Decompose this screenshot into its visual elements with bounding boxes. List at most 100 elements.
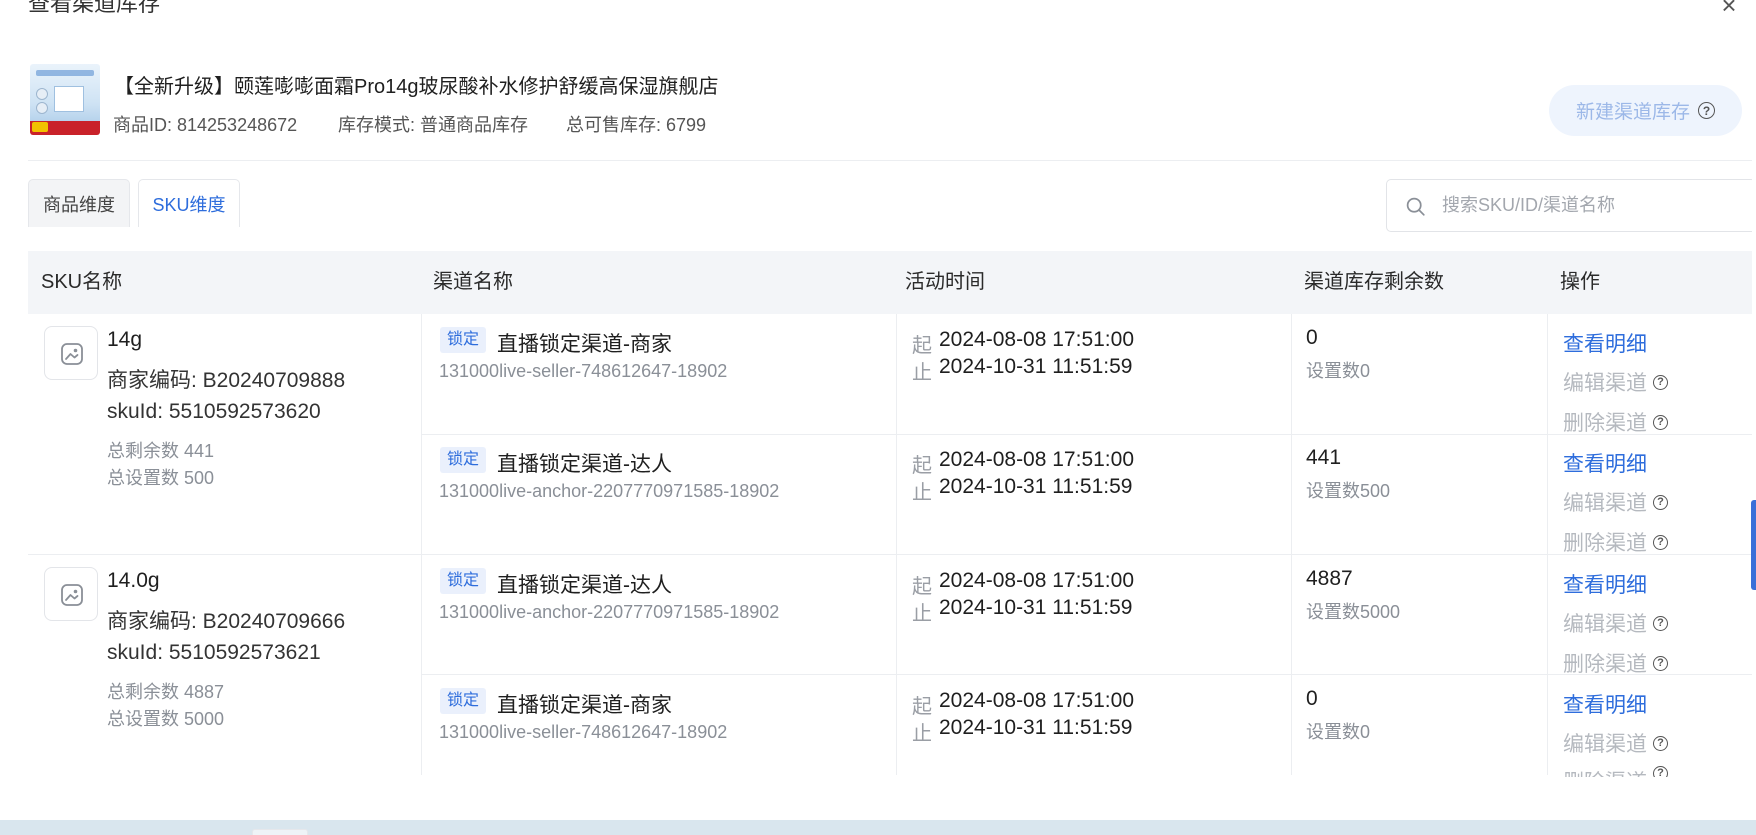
search-icon xyxy=(1406,197,1425,216)
help-icon[interactable]: ? xyxy=(1653,534,1668,550)
header-sku-name: SKU名称 xyxy=(41,271,123,293)
end-time: 2024-10-31 11:51:59 xyxy=(939,596,1133,619)
merchant-code: 商家编码: B20240709888 xyxy=(107,369,346,392)
channel-id: 131000live-seller-748612647-18902 xyxy=(439,722,728,742)
start-time: 2024-08-08 17:51:00 xyxy=(939,569,1134,592)
end-label: 止 xyxy=(912,723,932,745)
channel-stock-set: 设置数500 xyxy=(1306,481,1391,501)
search-input[interactable] xyxy=(1442,190,1742,220)
channel-name: 直播锁定渠道-商家 xyxy=(497,694,672,717)
delete-channel-button[interactable]: 删除渠道? xyxy=(1563,766,1668,777)
channel-name: 直播锁定渠道-达人 xyxy=(497,574,672,597)
channel-stock-remaining: 0 xyxy=(1306,687,1318,710)
lock-badge: 锁定 xyxy=(440,327,487,353)
row-divider xyxy=(421,674,1752,675)
edit-channel-label: 编辑渠道 xyxy=(1563,733,1647,756)
channel-name: 直播锁定渠道-商家 xyxy=(497,333,672,356)
stock-mode: 库存模式: 普通商品库存 xyxy=(338,115,529,135)
lock-badge: 锁定 xyxy=(440,688,487,714)
delete-channel-label: 删除渠道 xyxy=(1563,412,1647,435)
help-icon[interactable]: ? xyxy=(1653,615,1668,631)
edit-channel-label: 编辑渠道 xyxy=(1563,372,1647,395)
product-id: 商品ID: 814253248672 xyxy=(113,115,298,135)
product-title: 【全新升级】颐莲嘭嘭面霜Pro14g玻尿酸补水修护舒缓高保湿旗舰店 xyxy=(114,76,719,98)
tab-sku-dimension[interactable]: SKU维度 xyxy=(138,179,240,227)
view-detail-link[interactable]: 查看明细 xyxy=(1563,328,1647,358)
background-page xyxy=(0,820,1756,835)
sku-total-remaining: 总剩余数 441 xyxy=(107,441,215,461)
delete-channel-button[interactable]: 删除渠道? xyxy=(1563,648,1668,678)
help-icon[interactable]: ? xyxy=(1698,102,1715,119)
view-detail-link[interactable]: 查看明细 xyxy=(1563,569,1647,599)
edit-channel-label: 编辑渠道 xyxy=(1563,613,1647,636)
column-divider xyxy=(1291,314,1292,775)
edit-channel-button[interactable]: 编辑渠道? xyxy=(1563,608,1668,638)
modal-title: 查看渠道库存 xyxy=(28,0,161,16)
help-icon[interactable]: ? xyxy=(1653,766,1668,777)
channel-stock-remaining: 0 xyxy=(1306,326,1318,349)
image-placeholder-icon xyxy=(44,326,98,380)
channel-stock-remaining: 441 xyxy=(1306,446,1342,469)
sku-id: skuId: 5510592573621 xyxy=(107,641,321,664)
lock-badge: 锁定 xyxy=(440,447,487,473)
edit-channel-button[interactable]: 编辑渠道? xyxy=(1563,487,1668,517)
channel-id: 131000live-seller-748612647-18902 xyxy=(439,361,728,381)
lock-badge: 锁定 xyxy=(440,568,487,594)
end-label: 止 xyxy=(912,603,932,625)
tab-product-dimension[interactable]: 商品维度 xyxy=(28,179,130,227)
help-icon[interactable]: ? xyxy=(1653,494,1668,510)
channel-id: 131000live-anchor-2207770971585-18902 xyxy=(439,481,780,501)
new-channel-stock-button[interactable]: 新建渠道库存 ? xyxy=(1549,85,1742,136)
edit-channel-button[interactable]: 编辑渠道? xyxy=(1563,367,1668,397)
header-activity-time: 活动时间 xyxy=(905,271,985,293)
channel-stock-set: 设置数0 xyxy=(1306,361,1371,381)
delete-channel-label: 删除渠道 xyxy=(1563,653,1647,676)
header-divider xyxy=(28,160,1752,161)
sku-total-set: 总设置数 5000 xyxy=(107,709,225,729)
channel-id: 131000live-anchor-2207770971585-18902 xyxy=(439,602,780,622)
channel-stock-set: 设置数5000 xyxy=(1306,602,1401,622)
end-label: 止 xyxy=(912,482,932,504)
sku-id: skuId: 5510592573620 xyxy=(107,400,321,423)
column-divider xyxy=(896,314,897,775)
channel-name: 直播锁定渠道-达人 xyxy=(497,453,672,476)
search-box[interactable] xyxy=(1386,179,1752,232)
start-time: 2024-08-08 17:51:00 xyxy=(939,689,1134,712)
sku-name: 14.0g xyxy=(107,569,160,592)
new-channel-stock-label: 新建渠道库存 xyxy=(1575,102,1690,123)
header-channel-name: 渠道名称 xyxy=(433,271,513,293)
side-panel-handle[interactable] xyxy=(1751,500,1756,590)
start-time: 2024-08-08 17:51:00 xyxy=(939,328,1134,351)
view-detail-link[interactable]: 查看明细 xyxy=(1563,448,1647,478)
start-label: 起 xyxy=(912,696,932,718)
channel-stock-remaining: 4887 xyxy=(1306,567,1353,590)
end-time: 2024-10-31 11:51:59 xyxy=(939,716,1133,739)
header-operation: 操作 xyxy=(1560,271,1600,293)
help-icon[interactable]: ? xyxy=(1653,655,1668,671)
row-divider xyxy=(421,434,1752,435)
channel-stock-set: 设置数0 xyxy=(1306,722,1371,742)
delete-channel-label: 删除渠道 xyxy=(1563,532,1647,555)
column-divider xyxy=(421,314,422,775)
page-scrollbar[interactable] xyxy=(1752,0,1756,820)
sku-name: 14g xyxy=(107,328,143,351)
column-divider xyxy=(1547,314,1548,775)
delete-channel-button[interactable]: 删除渠道? xyxy=(1563,527,1668,557)
edit-channel-button[interactable]: 编辑渠道? xyxy=(1563,728,1668,758)
delete-channel-button[interactable]: 删除渠道? xyxy=(1563,407,1668,437)
edit-channel-label: 编辑渠道 xyxy=(1563,492,1647,515)
help-icon[interactable]: ? xyxy=(1653,374,1668,390)
product-thumbnail xyxy=(30,64,100,135)
sku-total-set: 总设置数 500 xyxy=(107,468,215,488)
end-time: 2024-10-31 11:51:59 xyxy=(939,475,1133,498)
end-label: 止 xyxy=(912,362,932,384)
merchant-code: 商家编码: B20240709666 xyxy=(107,610,346,633)
close-icon[interactable]: × xyxy=(1716,0,1742,18)
delete-channel-label: 删除渠道 xyxy=(1563,766,1647,777)
table-header: SKU名称 渠道名称 活动时间 渠道库存剩余数 操作 xyxy=(28,251,1752,314)
start-time: 2024-08-08 17:51:00 xyxy=(939,448,1134,471)
start-label: 起 xyxy=(912,335,932,357)
help-icon[interactable]: ? xyxy=(1653,735,1668,751)
help-icon[interactable]: ? xyxy=(1653,414,1668,430)
view-detail-link[interactable]: 查看明细 xyxy=(1563,689,1647,719)
